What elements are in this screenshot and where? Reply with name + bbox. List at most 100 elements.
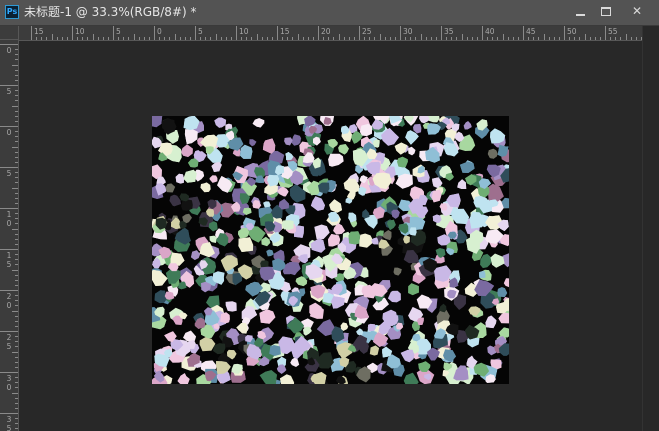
crystal-cell — [240, 144, 253, 159]
ruler-minor-tick — [15, 356, 18, 358]
crystal-cell — [262, 138, 276, 154]
ruler-major-tick — [31, 26, 32, 40]
ruler-minor-tick — [538, 37, 540, 40]
crystal-cell — [490, 253, 505, 268]
ruler-minor-tick — [312, 37, 314, 40]
crystal-cell — [487, 148, 498, 159]
close-button[interactable]: ✕ — [620, 0, 654, 22]
ruler-minor-tick — [15, 192, 18, 194]
crystal-cell — [152, 164, 162, 180]
ruler-minor-tick — [230, 37, 232, 40]
ruler-label: 35 — [444, 27, 454, 36]
ruler-label: 50 — [567, 27, 577, 36]
vertical-scroll-area[interactable] — [642, 26, 659, 431]
ruler-minor-tick — [497, 37, 499, 40]
ruler-minor-tick — [15, 264, 18, 266]
ruler-minor-tick — [15, 418, 18, 420]
ruler-minor-tick — [610, 37, 612, 40]
crystal-cell — [328, 153, 344, 167]
crystal-cell — [175, 173, 184, 184]
crystal-cell — [220, 312, 230, 324]
crystal-cell — [216, 361, 231, 375]
ruler-major-tick — [0, 290, 18, 291]
ruler-minor-tick — [12, 64, 18, 66]
crystal-cell — [238, 228, 249, 239]
horizontal-ruler[interactable]: 15 10 5 0 5 10 15 20 25 30 35 40 45 50 55 — [19, 26, 642, 41]
crystal-cell — [220, 255, 238, 272]
ruler-minor-tick — [15, 382, 18, 384]
ruler-minor-tick — [15, 279, 18, 281]
ruler-minor-tick — [15, 218, 18, 220]
ruler-major-tick — [400, 26, 401, 40]
ruler-minor-tick — [451, 37, 453, 40]
ruler-minor-tick — [271, 37, 273, 40]
ruler-label: 2 0 — [6, 292, 12, 310]
ruler-major-tick — [195, 26, 196, 40]
vertical-ruler[interactable]: 0 5 0 5 1 0 1 5 2 0 2 5 3 0 3 5 — [0, 40, 19, 431]
crystal-cell — [259, 370, 277, 384]
ruler-minor-tick — [15, 259, 18, 261]
crystal-cell — [211, 161, 222, 172]
maximize-button[interactable] — [592, 0, 620, 22]
ruler-minor-tick — [123, 37, 125, 40]
ruler-minor-tick — [574, 37, 576, 40]
ruler-minor-tick — [15, 423, 18, 425]
crystallized-image — [152, 116, 509, 384]
minimize-button[interactable] — [566, 0, 594, 22]
ruler-minor-tick — [12, 351, 18, 353]
title-bar[interactable]: Ps 未标题-1 @ 33.3%(RGB/8#) * ✕ — [0, 0, 659, 26]
ruler-origin-corner[interactable] — [0, 26, 19, 40]
ruler-minor-tick — [374, 37, 376, 40]
crystal-cell — [152, 269, 168, 286]
crystal-cell — [209, 175, 218, 183]
ruler-minor-tick — [66, 37, 68, 40]
document-canvas[interactable] — [152, 116, 509, 384]
crystal-cell — [184, 129, 198, 145]
crystal-cell — [209, 235, 218, 243]
ruler-minor-tick — [533, 37, 535, 40]
ruler-minor-tick — [133, 34, 135, 40]
crystal-cell — [177, 373, 190, 384]
crystal-cell — [181, 199, 193, 211]
crystal-cell — [284, 137, 293, 146]
crystal-cell — [290, 357, 300, 367]
ruler-minor-tick — [517, 37, 519, 40]
ruler-minor-tick — [12, 187, 18, 189]
ruler-minor-tick — [15, 315, 18, 317]
ruler-major-tick — [359, 26, 360, 40]
ruler-minor-tick — [41, 37, 43, 40]
ruler-minor-tick — [15, 284, 18, 286]
ruler-minor-tick — [15, 136, 18, 138]
crystal-cell — [200, 182, 211, 193]
maximize-icon — [601, 7, 611, 16]
ruler-minor-tick — [15, 346, 18, 348]
crystal-cell — [369, 345, 380, 356]
crystal-cell — [303, 326, 312, 336]
ruler-major-tick — [113, 26, 114, 40]
crystal-cell — [439, 203, 448, 211]
crystal-cell — [419, 116, 430, 124]
ruler-minor-tick — [15, 95, 18, 97]
ruler-minor-tick — [389, 37, 391, 40]
crystal-cell — [269, 345, 281, 356]
ruler-major-tick — [318, 26, 319, 40]
ruler-minor-tick — [15, 243, 18, 245]
ruler-label: 20 — [321, 27, 331, 36]
crystal-cell — [225, 301, 237, 312]
crystal-cell — [289, 184, 306, 203]
ruler-minor-tick — [15, 151, 18, 153]
ruler-minor-tick — [15, 79, 18, 81]
crystal-cell — [279, 374, 295, 384]
ruler-major-tick — [0, 413, 18, 414]
ruler-minor-tick — [528, 37, 530, 40]
ruler-major-tick — [0, 208, 18, 209]
ruler-label: 30 — [403, 27, 413, 36]
ruler-minor-tick — [384, 37, 386, 40]
ruler-minor-tick — [51, 34, 53, 40]
ruler-minor-tick — [12, 228, 18, 230]
ruler-label: 1 5 — [6, 251, 12, 269]
crystal-cell — [487, 183, 504, 202]
crystal-cell — [480, 253, 493, 269]
crystal-cell — [214, 117, 227, 128]
ruler-minor-tick — [543, 34, 545, 40]
